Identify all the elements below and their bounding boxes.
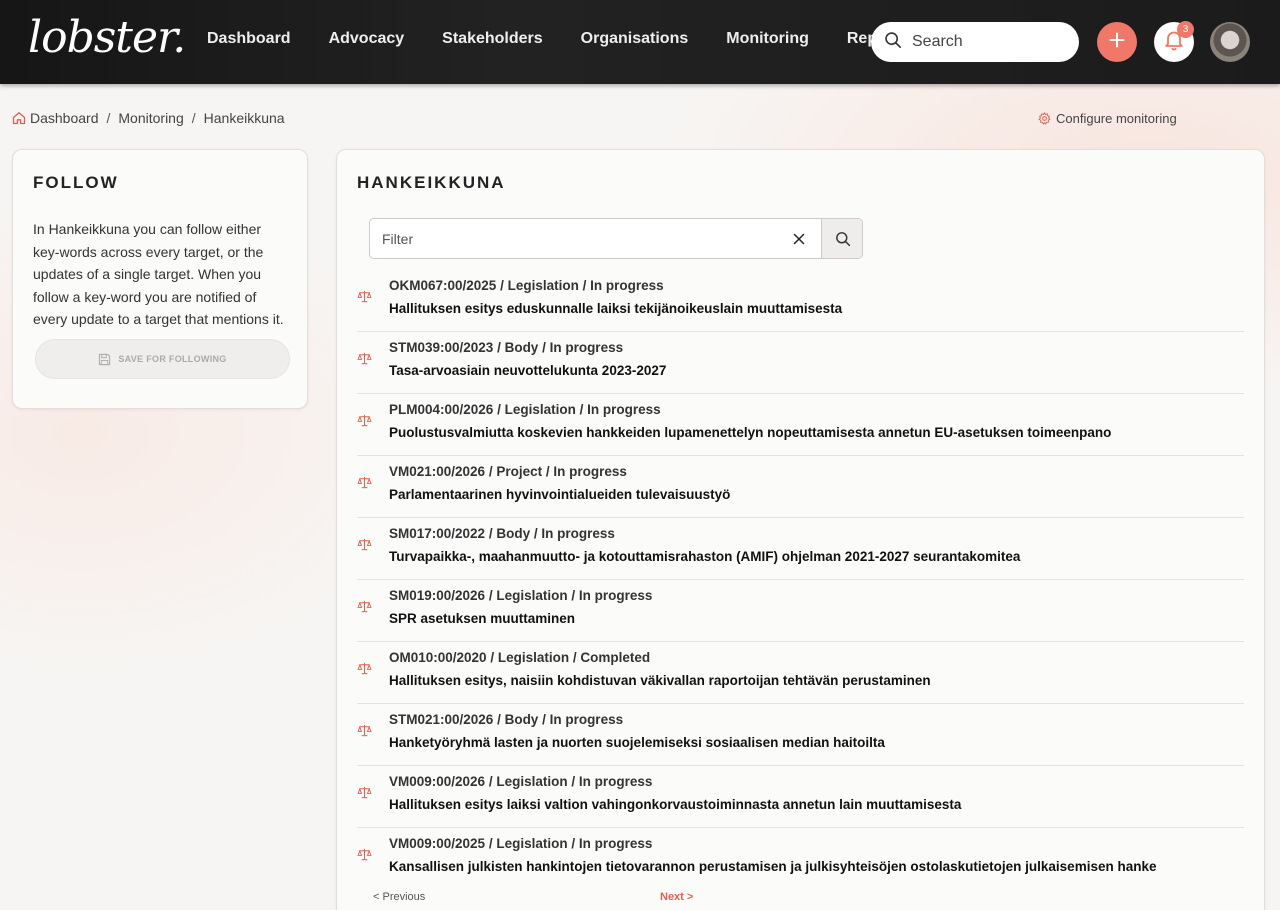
project-list: OKM067:00/2025 / Legislation / In progre… <box>357 270 1244 890</box>
item-title[interactable]: Hallituksen esitys eduskunnalle laiksi t… <box>389 301 842 316</box>
follow-title: FOLLOW <box>33 173 119 192</box>
pagination-previous-link[interactable]: < Previous <box>373 891 425 903</box>
breadcrumb-separator: / <box>106 110 111 126</box>
search-icon <box>835 231 851 247</box>
top-navbar: lobster. Dashboard Advocacy Stakeholders… <box>0 0 1280 84</box>
list-item[interactable]: OM010:00/2020 / Legislation / Completed … <box>357 642 1244 704</box>
filter-input[interactable] <box>370 219 822 258</box>
gear-icon <box>1038 112 1056 125</box>
breadcrumb-monitoring[interactable]: Monitoring <box>118 110 183 126</box>
add-button[interactable] <box>1097 22 1137 62</box>
global-search-input[interactable]: Search <box>871 22 1079 62</box>
list-item[interactable]: OKM067:00/2025 / Legislation / In progre… <box>357 270 1244 332</box>
nav-item-organisations[interactable]: Organisations <box>581 30 689 48</box>
scales-icon <box>357 475 372 490</box>
scales-icon <box>357 847 372 862</box>
item-title[interactable]: Tasa-arvoasiain neuvottelukunta 2023-202… <box>389 363 666 378</box>
list-item[interactable]: STM039:00/2023 / Body / In progress Tasa… <box>357 332 1244 394</box>
item-meta: STM039:00/2023 / Body / In progress <box>389 340 624 355</box>
list-item[interactable]: SM019:00/2026 / Legislation / In progres… <box>357 580 1244 642</box>
item-title[interactable]: Kansallisen julkisten hankintojen tietov… <box>389 859 1156 874</box>
scales-icon <box>357 599 372 614</box>
scales-icon <box>357 289 372 304</box>
item-meta: VM009:00/2026 / Legislation / In progres… <box>389 774 653 789</box>
item-meta: SM017:00/2022 / Body / In progress <box>389 526 615 541</box>
notification-count-badge: 3 <box>1177 21 1194 38</box>
item-meta: OKM067:00/2025 / Legislation / In progre… <box>389 278 664 293</box>
configure-monitoring-label: Configure monitoring <box>1056 111 1177 126</box>
scales-icon <box>357 661 372 676</box>
item-title[interactable]: Puolustusvalmiutta koskevien hankkeiden … <box>389 425 1111 440</box>
main-nav: Dashboard Advocacy Stakeholders Organisa… <box>207 30 945 48</box>
item-title[interactable]: Hanketyöryhmä lasten ja nuorten suojelem… <box>389 735 885 750</box>
scales-icon <box>357 413 372 428</box>
save-for-following-label: SAVE FOR FOLLOWING <box>118 354 227 364</box>
user-avatar[interactable] <box>1210 22 1250 62</box>
item-title[interactable]: Hallituksen esitys, naisiin kohdistuvan … <box>389 673 931 688</box>
home-icon <box>12 111 26 125</box>
nav-item-advocacy[interactable]: Advocacy <box>329 30 405 48</box>
breadcrumb-separator: / <box>191 110 196 126</box>
scales-icon <box>357 537 372 552</box>
breadcrumb-current-page: Hankeikkuna <box>203 110 285 126</box>
breadcrumb-dashboard[interactable]: Dashboard <box>30 110 99 126</box>
follow-description: In Hankeikkuna you can follow either key… <box>33 221 284 327</box>
item-meta: STM021:00/2026 / Body / In progress <box>389 712 624 727</box>
item-meta: SM019:00/2026 / Legislation / In progres… <box>389 588 653 603</box>
nav-item-stakeholders[interactable]: Stakeholders <box>442 30 542 48</box>
clear-icon[interactable] <box>790 230 808 248</box>
follow-card: FOLLOW In Hankeikkuna you can follow eit… <box>12 149 308 409</box>
scales-icon <box>357 785 372 800</box>
item-title[interactable]: Parlamentaarinen hyvinvointialueiden tul… <box>389 487 730 502</box>
plus-icon <box>1109 32 1125 53</box>
list-item[interactable]: PLM004:00/2026 / Legislation / In progre… <box>357 394 1244 456</box>
breadcrumb: Dashboard / Monitoring / Hankeikkuna <box>12 110 285 126</box>
scales-icon <box>357 351 372 366</box>
hankeikkuna-title: HANKEIKKUNA <box>357 173 506 192</box>
item-meta: VM021:00/2026 / Project / In progress <box>389 464 627 479</box>
search-icon <box>884 31 902 54</box>
item-meta: OM010:00/2020 / Legislation / Completed <box>389 650 651 665</box>
filter-bar <box>369 218 863 259</box>
list-item[interactable]: SM017:00/2022 / Body / In progress Turva… <box>357 518 1244 580</box>
list-item[interactable]: VM021:00/2026 / Project / In progress Pa… <box>357 456 1244 518</box>
save-for-following-button[interactable]: SAVE FOR FOLLOWING <box>35 339 290 379</box>
pagination-next-link[interactable]: Next > <box>660 891 693 903</box>
item-title[interactable]: Hallituksen esitys laiksi valtion vahing… <box>389 797 961 812</box>
item-meta: VM009:00/2025 / Legislation / In progres… <box>389 836 653 851</box>
filter-search-button[interactable] <box>821 219 862 258</box>
scales-icon <box>357 723 372 738</box>
configure-monitoring-link[interactable]: Configure monitoring <box>1038 111 1177 126</box>
save-icon <box>98 353 118 366</box>
item-title[interactable]: Turvapaikka-, maahanmuutto- ja kotouttam… <box>389 549 1020 564</box>
search-placeholder: Search <box>912 33 963 50</box>
item-title[interactable]: SPR asetuksen muuttaminen <box>389 611 575 626</box>
item-meta: PLM004:00/2026 / Legislation / In progre… <box>389 402 661 417</box>
nav-item-monitoring[interactable]: Monitoring <box>726 30 809 48</box>
nav-item-dashboard[interactable]: Dashboard <box>207 30 291 48</box>
list-item[interactable]: STM021:00/2026 / Body / In progress Hank… <box>357 704 1244 766</box>
hankeikkuna-card: HANKEIKKUNA OKM067:00/2025 / Legislation… <box>336 149 1265 910</box>
lobster-logo[interactable]: lobster. <box>28 12 186 63</box>
list-item[interactable]: VM009:00/2026 / Legislation / In progres… <box>357 766 1244 828</box>
list-item[interactable]: VM009:00/2025 / Legislation / In progres… <box>357 828 1244 890</box>
